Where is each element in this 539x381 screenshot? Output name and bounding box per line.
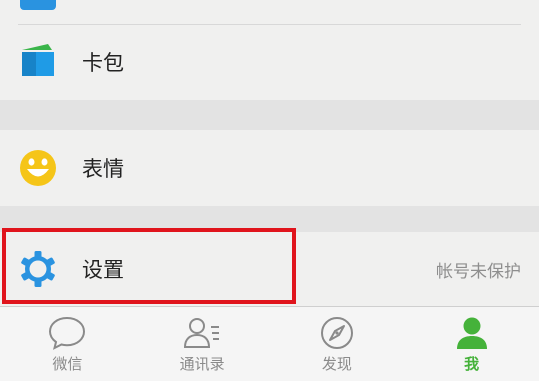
tab-contacts[interactable]: 通讯录	[135, 307, 270, 381]
tab-discover-label: 发现	[321, 355, 352, 373]
tab-chats-label: 微信	[52, 355, 83, 373]
sticker-label: 表情	[82, 157, 124, 181]
person-icon	[456, 317, 487, 349]
smiley-face-icon	[20, 150, 56, 186]
tab-discover[interactable]: 发现	[270, 307, 405, 381]
section-gap	[0, 100, 539, 130]
account-protection-status: 帐号未保护	[436, 261, 521, 282]
card-label: 卡包	[82, 51, 124, 75]
highlight-box	[2, 228, 296, 304]
menu-item-partial[interactable]	[0, 0, 539, 24]
menu-item-card[interactable]: 卡包	[0, 24, 539, 100]
chat-bubble-icon	[49, 316, 86, 350]
card-wallet-icon	[22, 44, 54, 76]
tab-me-label: 我	[464, 355, 480, 373]
contacts-icon	[184, 318, 220, 348]
compass-icon	[320, 317, 353, 349]
menu-item-sticker[interactable]: 表情	[0, 130, 539, 206]
tab-me[interactable]: 我	[404, 307, 539, 381]
partial-icon	[20, 0, 56, 10]
tab-contacts-label: 通讯录	[179, 355, 225, 373]
divider	[18, 24, 521, 25]
bottom-tab-bar: 微信 通讯录 发现 我	[0, 306, 539, 381]
tab-chats[interactable]: 微信	[0, 307, 135, 381]
